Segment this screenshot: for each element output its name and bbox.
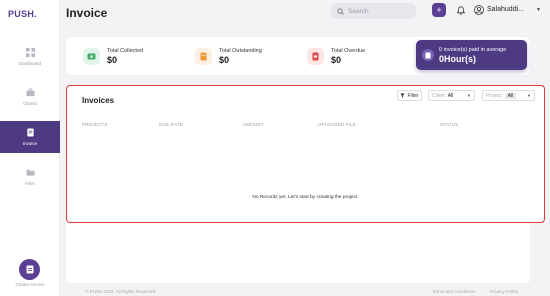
page-title: Invoice bbox=[66, 6, 108, 20]
create-invoice-label: Create Invoice bbox=[15, 282, 45, 287]
money-icon bbox=[83, 47, 100, 65]
sidebar-item-clients[interactable]: Clients bbox=[0, 81, 60, 113]
stat-label: Total Outstanding bbox=[219, 47, 262, 54]
project-select-value: All bbox=[504, 92, 517, 99]
project-select[interactable]: Project All ▼ bbox=[482, 90, 535, 101]
overdue-icon bbox=[307, 47, 324, 65]
stat-total-collected: Total Collected $0 bbox=[83, 44, 143, 68]
table-header: PROJECTS DUE DATE AMOUNT UPLOADED FILE S… bbox=[82, 122, 522, 128]
invoices-panel bbox=[66, 85, 545, 223]
sidebar-item-label: Files bbox=[25, 181, 35, 186]
invoice-icon bbox=[26, 128, 34, 137]
sidebar-item-label: Dashboard bbox=[18, 61, 41, 66]
stat-value: $0 bbox=[219, 54, 230, 65]
paid-value: 0Hour(s) bbox=[439, 53, 477, 64]
user-name[interactable]: Salahuddi... bbox=[487, 6, 524, 13]
paid-label: 0 invoice(s) paid in average bbox=[439, 46, 507, 53]
create-invoice-button[interactable] bbox=[19, 259, 40, 280]
stat-label: Total Overdue bbox=[331, 47, 366, 54]
footer-terms-link[interactable]: Terms and Conditions bbox=[432, 289, 476, 294]
project-select-label: Project bbox=[486, 92, 502, 99]
stat-value: $0 bbox=[107, 54, 118, 65]
column-header-status[interactable]: STATUS bbox=[440, 122, 458, 127]
filter-button[interactable]: Filter bbox=[397, 90, 422, 101]
chevron-down-icon: ▼ bbox=[467, 93, 471, 98]
sidebar-item-label: Clients bbox=[23, 101, 37, 106]
brand-logo[interactable]: PUSH. bbox=[8, 9, 37, 19]
sidebar: PUSH. Dashboard Clients Invoice Files Cr… bbox=[0, 0, 60, 296]
add-button[interactable]: + bbox=[432, 3, 446, 17]
sidebar-item-dashboard[interactable]: Dashboard bbox=[0, 41, 60, 73]
paid-average-card: 0 invoice(s) paid in average 0Hour(s) bbox=[416, 40, 527, 70]
search-icon bbox=[337, 7, 344, 15]
footer-privacy-link[interactable]: Privacy Policy bbox=[490, 289, 518, 294]
bell-icon[interactable] bbox=[457, 6, 465, 15]
sidebar-item-invoice[interactable]: Invoice bbox=[0, 121, 60, 153]
column-header-projects[interactable]: PROJECTS bbox=[82, 122, 108, 127]
client-select-value: All bbox=[447, 92, 454, 99]
filter-label: Filter bbox=[407, 92, 419, 99]
sidebar-item-files[interactable]: Files bbox=[0, 161, 60, 193]
client-select[interactable]: Client All ▼ bbox=[428, 90, 475, 101]
invoices-title: Invoices bbox=[82, 96, 115, 105]
column-header-uploaded-file[interactable]: UPLOADED FILE bbox=[318, 122, 356, 127]
footer-copyright: © PUSH 2022. All Rights Reserved. bbox=[85, 289, 157, 294]
column-header-due-date[interactable]: DUE DATE bbox=[159, 122, 183, 127]
avatar[interactable] bbox=[474, 5, 484, 15]
stat-label: Total Collected bbox=[107, 47, 144, 54]
invoice-paid-icon bbox=[422, 49, 434, 61]
briefcase-icon bbox=[25, 88, 35, 97]
stat-value: $0 bbox=[331, 54, 342, 65]
search-placeholder: Search bbox=[348, 7, 369, 15]
document-icon bbox=[195, 47, 212, 65]
folder-icon bbox=[25, 169, 35, 176]
filter-icon bbox=[400, 93, 406, 98]
stat-total-overdue: Total Overdue $0 bbox=[307, 44, 365, 68]
dashboard-icon bbox=[25, 48, 35, 57]
stat-total-outstanding: Total Outstanding $0 bbox=[195, 44, 262, 68]
empty-state-message: No Records yet. Let's start by creating … bbox=[252, 195, 359, 200]
chevron-down-icon[interactable]: ▼ bbox=[536, 7, 541, 13]
client-select-label: Client bbox=[432, 92, 445, 99]
document-icon bbox=[26, 265, 33, 274]
chevron-down-icon: ▼ bbox=[527, 93, 531, 98]
column-header-amount[interactable]: AMOUNT bbox=[243, 122, 264, 127]
sidebar-item-label: Invoice bbox=[22, 141, 38, 146]
search-input[interactable]: Search bbox=[331, 3, 416, 19]
